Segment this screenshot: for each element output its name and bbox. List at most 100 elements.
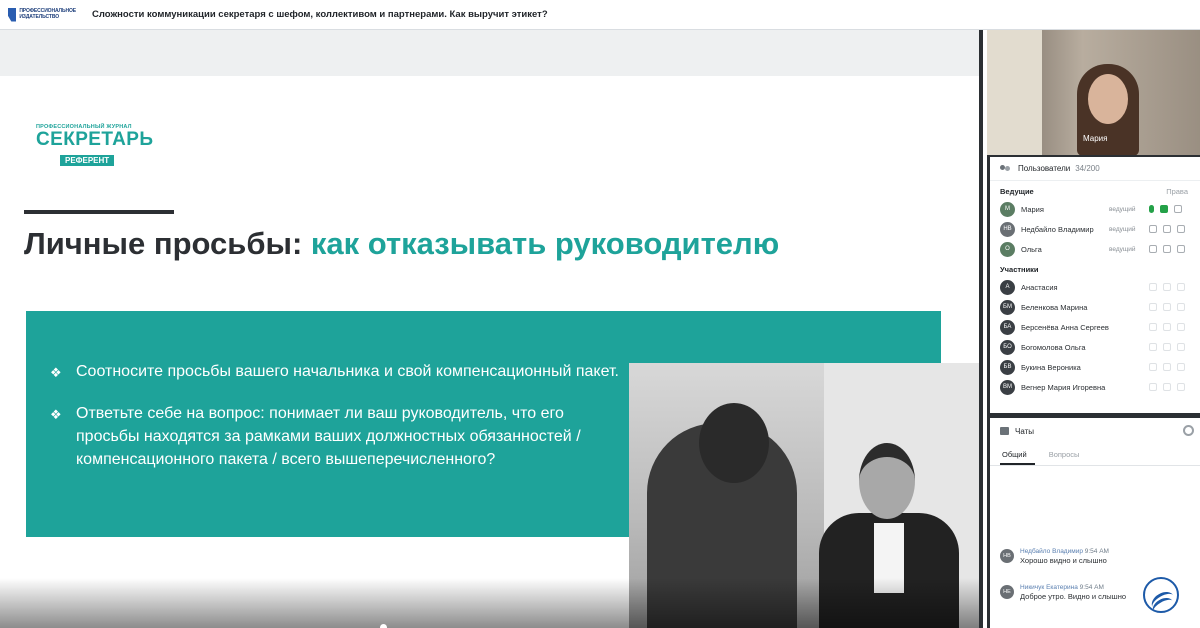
player-controls-overlay	[0, 578, 979, 628]
camera-off-icon[interactable]	[1163, 383, 1171, 391]
microphone-off-icon[interactable]	[1149, 245, 1157, 253]
microphone-off-icon[interactable]	[1149, 383, 1157, 391]
microphone-off-icon[interactable]	[1149, 323, 1157, 331]
journal-logo-title: СЕКРЕТАРЬ	[36, 129, 154, 150]
microphone-off-icon[interactable]	[1149, 343, 1157, 351]
hosts-section-header: Ведущие Права	[990, 181, 1200, 199]
participant-row[interactable]: БВ Букина Вероника	[990, 357, 1200, 377]
app-logo-icon	[1143, 577, 1179, 613]
participants-label: Участники	[1000, 265, 1039, 274]
user-name: Берсенёва Анна Сергеевна	[1021, 322, 1109, 332]
screen-share-icon[interactable]	[1177, 225, 1185, 233]
camera-off-icon[interactable]	[1163, 323, 1171, 331]
participant-row[interactable]: БО Богомолова Ольга	[990, 337, 1200, 357]
camera-off-icon[interactable]	[1163, 363, 1171, 371]
message-author: Никичук Екатерина	[1020, 584, 1078, 591]
meeting-title: Сложности коммуникации секретаря с шефом…	[92, 9, 548, 20]
host-row[interactable]: НВ Недбайло Владимир ведущий	[990, 219, 1200, 239]
user-name: Букина Вероника	[1021, 362, 1081, 372]
bullet-list: ❖ Соотносите просьбы вашего начальника и…	[50, 360, 620, 489]
camera-off-icon[interactable]	[1163, 343, 1171, 351]
users-icon	[1000, 164, 1012, 173]
message-text: Хорошо видно и слышно	[1020, 556, 1107, 565]
publisher-logo: ПРОФЕССИОНАЛЬНОЕ ИЗДАТЕЛЬСТВО	[8, 4, 76, 26]
camera-off-icon[interactable]	[1163, 303, 1171, 311]
bullet-item: ❖ Соотносите просьбы вашего начальника и…	[50, 360, 620, 384]
bullet-text: Ответьте себе на вопрос: понимает ли ваш…	[76, 405, 581, 468]
user-name: Анастасия	[1021, 282, 1058, 292]
speaker-video[interactable]: Мария	[987, 30, 1200, 155]
camera-off-icon[interactable]	[1163, 225, 1171, 233]
user-name: Беленкова Марина	[1021, 302, 1088, 312]
chat-panel-header: Чаты	[990, 418, 1200, 444]
camera-off-icon[interactable]	[1163, 245, 1171, 253]
users-label: Пользователи	[1018, 164, 1071, 173]
speaker-name: Мария	[1083, 134, 1108, 143]
avatar: НВ	[1000, 549, 1014, 563]
avatar: А	[1000, 279, 1015, 295]
camera-on-icon[interactable]	[1160, 205, 1168, 213]
message-author: Недбайло Владимир	[1020, 548, 1083, 555]
participant-row[interactable]: ВМ Вегнер Мария Игоревна	[990, 377, 1200, 397]
microphone-off-icon[interactable]	[1149, 283, 1157, 291]
microphone-off-icon[interactable]	[1149, 363, 1157, 371]
avatar: М	[1000, 201, 1015, 217]
microphone-on-icon[interactable]	[1149, 205, 1154, 213]
slide-title-main: Личные просьбы:	[24, 226, 311, 261]
title-rule	[24, 210, 174, 214]
users-count: 34/200	[1075, 164, 1100, 173]
user-name: Недбайло Владимир	[1021, 224, 1094, 234]
participant-row[interactable]: БА Берсенёва Анна Сергеевна	[990, 317, 1200, 337]
chat-message: НВ Недбайло Владимир 9:54 AM Хорошо видн…	[1000, 548, 1190, 565]
diamond-bullet-icon: ❖	[50, 365, 62, 380]
message-time: 9:54 AM	[1084, 548, 1109, 555]
host-row[interactable]: О Ольга ведущий	[990, 239, 1200, 259]
chat-tabs: Общий Вопросы	[990, 444, 1200, 466]
slide-title-accent: как отказывать руководителю	[310, 226, 780, 261]
camera-off-icon[interactable]	[1163, 283, 1171, 291]
diamond-bullet-icon: ❖	[50, 407, 62, 422]
users-panel-header[interactable]: Пользователи 34/200	[990, 157, 1200, 181]
participant-row[interactable]: БМ Беленкова Марина	[990, 297, 1200, 317]
screen-share-icon[interactable]	[1177, 245, 1185, 253]
avatar: НЕ	[1000, 585, 1014, 599]
message-text: Доброе утро. Видно и слышно	[1020, 592, 1127, 601]
publisher-logo-line2: ИЗДАТЕЛЬСТВО	[19, 13, 60, 20]
slide-title: Личные просьбы: как отказывать руководит…	[24, 226, 779, 262]
user-role: ведущий	[1109, 245, 1136, 253]
screen-share-icon[interactable]	[1177, 383, 1185, 391]
avatar: О	[1000, 241, 1015, 257]
microphone-off-icon[interactable]	[1149, 225, 1157, 233]
journal-logo: ПРОФЕССИОНАЛЬНЫЙ ЖУРНАЛ СЕКРЕТАРЬ РЕФЕРЕ…	[36, 124, 154, 168]
users-panel: Пользователи 34/200 Ведущие Права М Мари…	[990, 157, 1200, 413]
screen-share-icon[interactable]	[1174, 205, 1182, 213]
participant-row[interactable]: А Анастасия	[990, 277, 1200, 297]
avatar: ВМ	[1000, 379, 1015, 395]
avatar: БМ	[1000, 299, 1015, 315]
user-name: Вегнер Мария Игоревна	[1021, 382, 1106, 392]
screen-share-icon[interactable]	[1177, 343, 1185, 351]
bullet-item: ❖ Ответьте себе на вопрос: понимает ли в…	[50, 402, 620, 471]
journal-logo-sub: РЕФЕРЕНТ	[60, 155, 115, 166]
host-row[interactable]: М Мария ведущий	[990, 199, 1200, 219]
screen-share-icon[interactable]	[1177, 303, 1185, 311]
rights-label: Права	[1166, 187, 1188, 196]
avatar: БВ	[1000, 359, 1015, 375]
presentation-area: ПРОФЕССИОНАЛЬНЫЙ ЖУРНАЛ СЕКРЕТАРЬ РЕФЕРЕ…	[0, 30, 983, 628]
publisher-logo-icon	[8, 7, 17, 22]
avatar: БО	[1000, 339, 1015, 355]
bullet-text: Соотносите просьбы вашего начальника и с…	[76, 363, 619, 380]
microphone-off-icon[interactable]	[1149, 303, 1157, 311]
screen-share-icon[interactable]	[1177, 323, 1185, 331]
chats-label: Чаты	[1015, 426, 1035, 436]
screen-share-icon[interactable]	[1177, 283, 1185, 291]
seek-handle[interactable]	[380, 624, 387, 628]
slide-header-band	[0, 30, 979, 76]
user-role: ведущий	[1109, 225, 1136, 233]
tab-general[interactable]: Общий	[1000, 444, 1035, 465]
screen-share-icon[interactable]	[1177, 363, 1185, 371]
tab-questions[interactable]: Вопросы	[1047, 444, 1088, 465]
gear-icon[interactable]	[1183, 425, 1194, 436]
message-time: 9:54 AM	[1079, 584, 1104, 591]
chat-icon	[1000, 427, 1009, 435]
